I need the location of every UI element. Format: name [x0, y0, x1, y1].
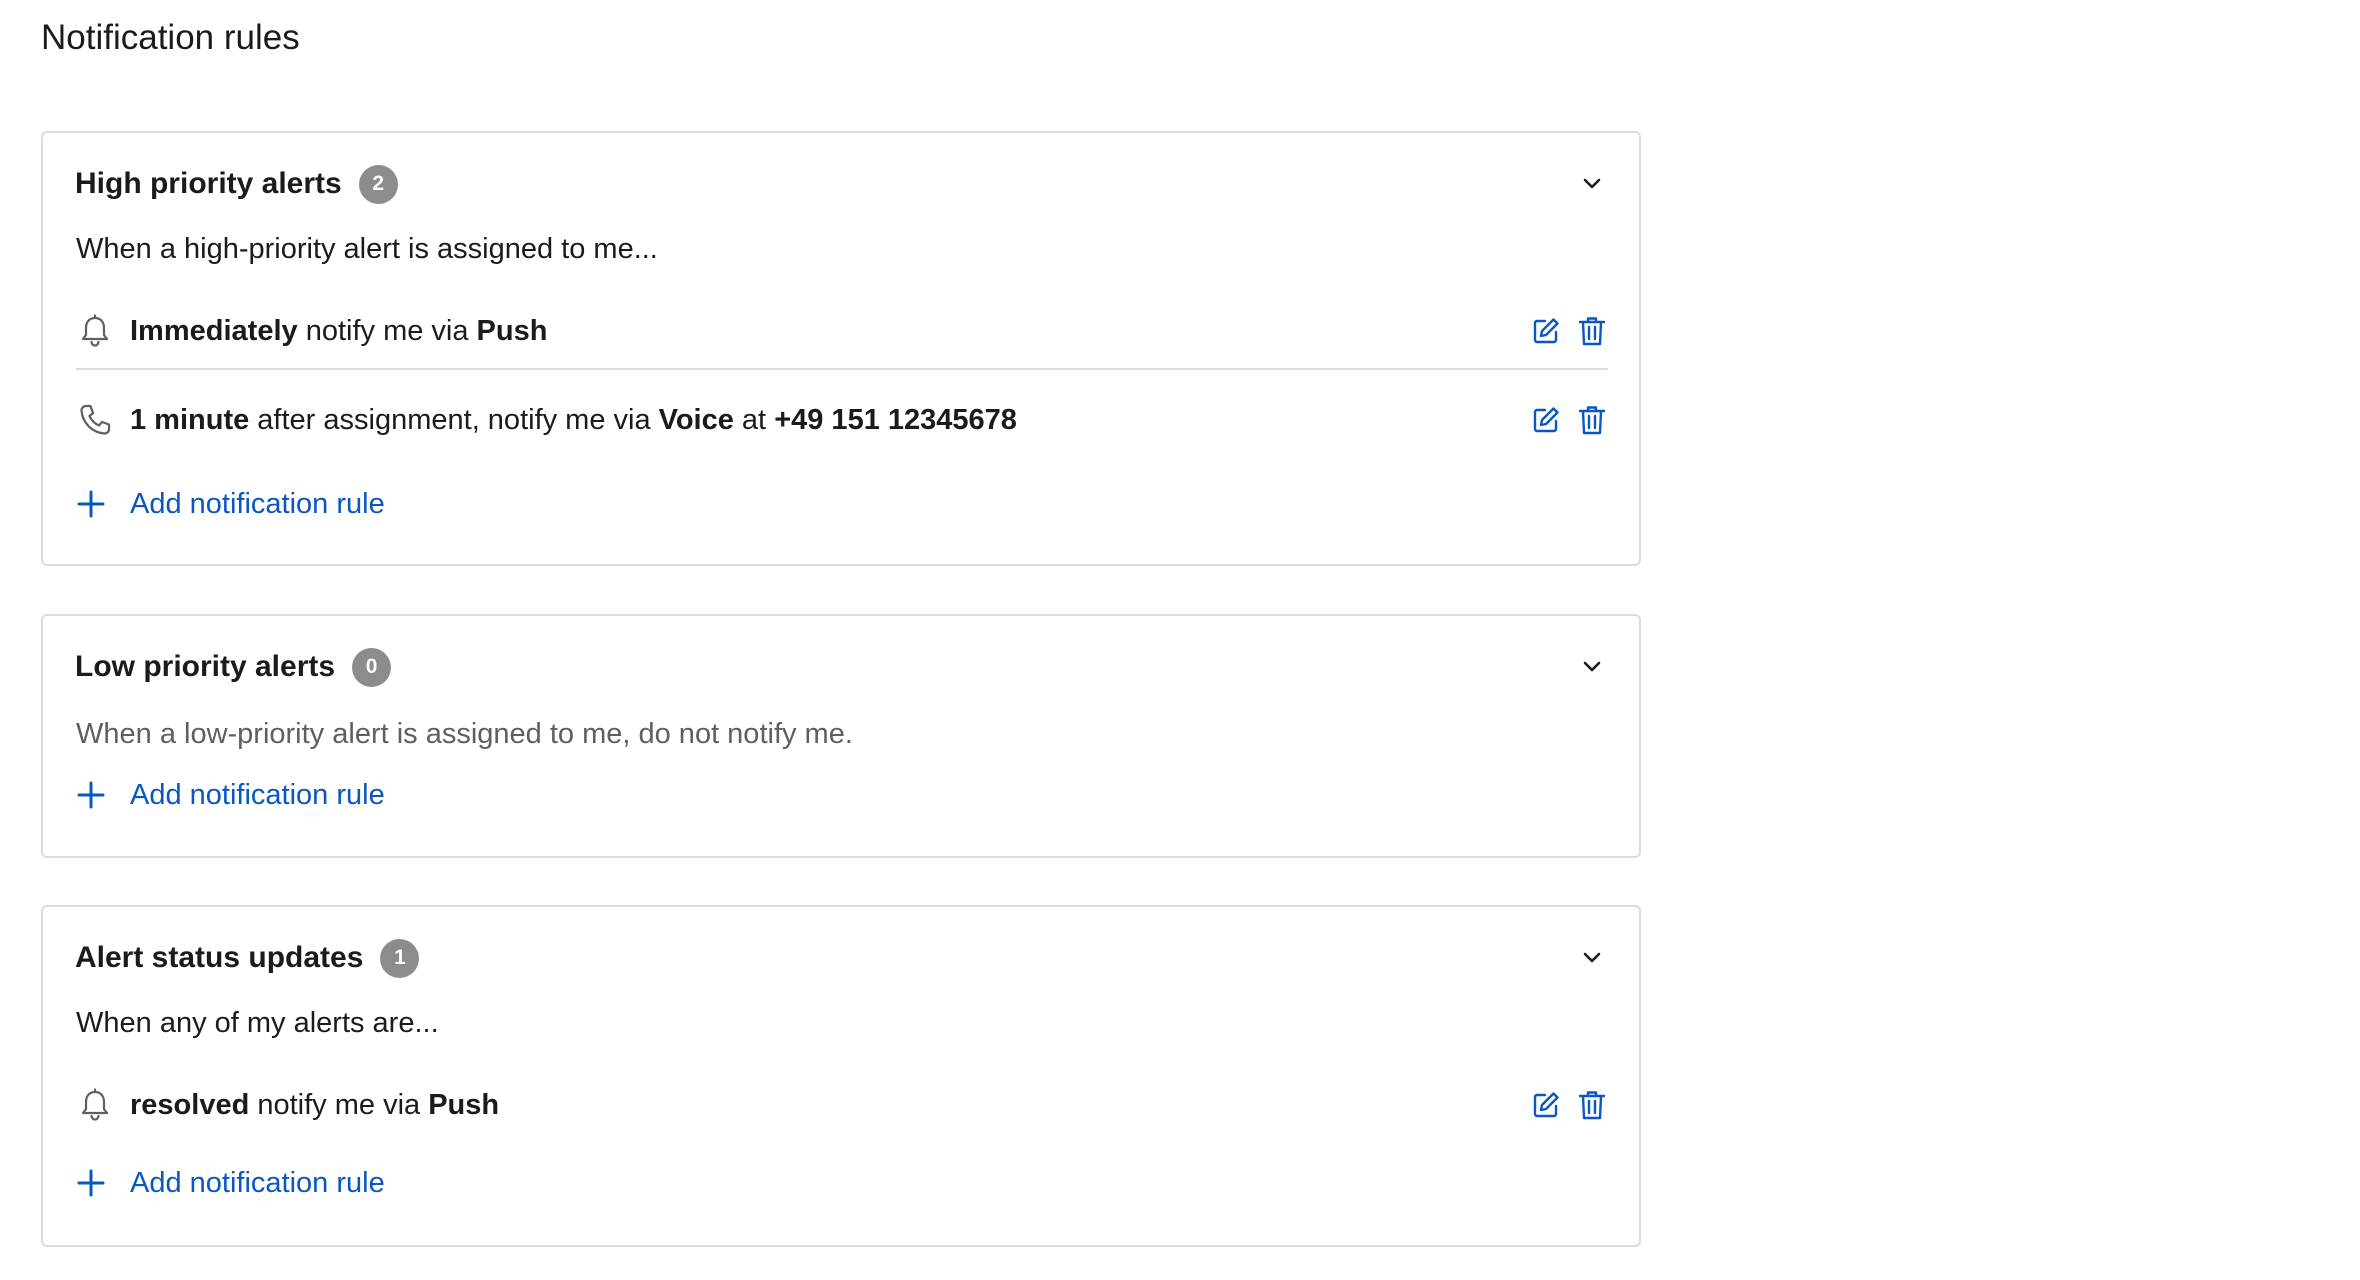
edit-button[interactable]	[1530, 1089, 1562, 1121]
section-description: When a low-priority alert is assigned to…	[76, 718, 853, 750]
rule-actions	[1530, 1089, 1608, 1121]
count-badge: 1	[380, 938, 420, 978]
trash-icon	[1578, 317, 1606, 346]
phone-icon	[76, 401, 114, 439]
rule-actions	[1530, 404, 1608, 436]
edit-button[interactable]	[1530, 315, 1562, 347]
rule-connector: after assignment, notify me via	[249, 404, 659, 436]
rule-connector: notify me via	[249, 1089, 429, 1121]
count-badge: 0	[352, 647, 392, 687]
collapse-toggle[interactable]	[1578, 170, 1606, 198]
rule-phone-number: +49 151 12345678	[774, 404, 1017, 436]
trash-icon	[1578, 1091, 1606, 1120]
rule-connector: at	[733, 404, 775, 436]
alert-status-updates-section: Alert status updates 1 When any of my al…	[41, 905, 1641, 1247]
edit-icon	[1533, 318, 1559, 344]
rule-status: resolved	[130, 1089, 250, 1121]
high-priority-section: High priority alerts 2 When a high-prior…	[41, 131, 1641, 566]
plus-icon	[76, 1168, 106, 1198]
rule-channel: Push	[476, 315, 548, 347]
add-notification-rule-button[interactable]: Add notification rule	[76, 773, 385, 817]
rule-channel: Voice	[658, 404, 734, 436]
rule-row: resolved notify me via Push	[76, 1068, 1608, 1142]
section-header: High priority alerts 2	[75, 160, 398, 208]
section-title: Low priority alerts	[75, 650, 336, 683]
rule-connector: notify me via	[297, 315, 477, 347]
plus-icon	[76, 780, 106, 810]
collapse-toggle[interactable]	[1578, 653, 1606, 681]
trash-icon	[1578, 406, 1606, 435]
rule-text: Immediately notify me via Push	[130, 311, 547, 351]
count-badge: 2	[358, 164, 398, 204]
rule-channel: Push	[428, 1089, 500, 1121]
section-title: Alert status updates	[75, 941, 364, 974]
rule-text: 1 minute after assignment, notify me via…	[130, 400, 1017, 440]
section-header: Low priority alerts 0	[75, 643, 392, 691]
bell-icon	[76, 312, 114, 350]
rule-text: resolved notify me via Push	[130, 1085, 499, 1125]
rule-actions	[1530, 315, 1608, 347]
plus-icon	[76, 489, 106, 519]
chevron-down-icon	[1583, 952, 1601, 963]
add-notification-rule-button[interactable]: Add notification rule	[76, 1161, 385, 1205]
collapse-toggle[interactable]	[1578, 944, 1606, 972]
add-rule-label: Add notification rule	[130, 779, 385, 811]
rule-row: Immediately notify me via Push	[76, 294, 1608, 370]
chevron-down-icon	[1583, 661, 1601, 672]
rule-row: 1 minute after assignment, notify me via…	[76, 383, 1608, 457]
edit-icon	[1533, 1092, 1559, 1118]
low-priority-section: Low priority alerts 0 When a low-priorit…	[41, 614, 1641, 858]
chevron-down-icon	[1583, 178, 1601, 189]
add-rule-label: Add notification rule	[130, 1167, 385, 1199]
section-description: When a high-priority alert is assigned t…	[76, 233, 658, 265]
rule-timing: Immediately	[130, 315, 298, 347]
section-description: When any of my alerts are...	[76, 1007, 439, 1039]
delete-button[interactable]	[1576, 315, 1608, 347]
add-notification-rule-button[interactable]: Add notification rule	[76, 482, 385, 526]
rule-timing: 1 minute	[130, 404, 250, 436]
edit-button[interactable]	[1530, 404, 1562, 436]
page-title: Notification rules	[41, 18, 300, 57]
add-rule-label: Add notification rule	[130, 488, 385, 520]
section-header: Alert status updates 1	[75, 934, 420, 982]
delete-button[interactable]	[1576, 404, 1608, 436]
delete-button[interactable]	[1576, 1089, 1608, 1121]
section-title: High priority alerts	[75, 167, 342, 200]
bell-icon	[76, 1086, 114, 1124]
edit-icon	[1533, 407, 1559, 433]
